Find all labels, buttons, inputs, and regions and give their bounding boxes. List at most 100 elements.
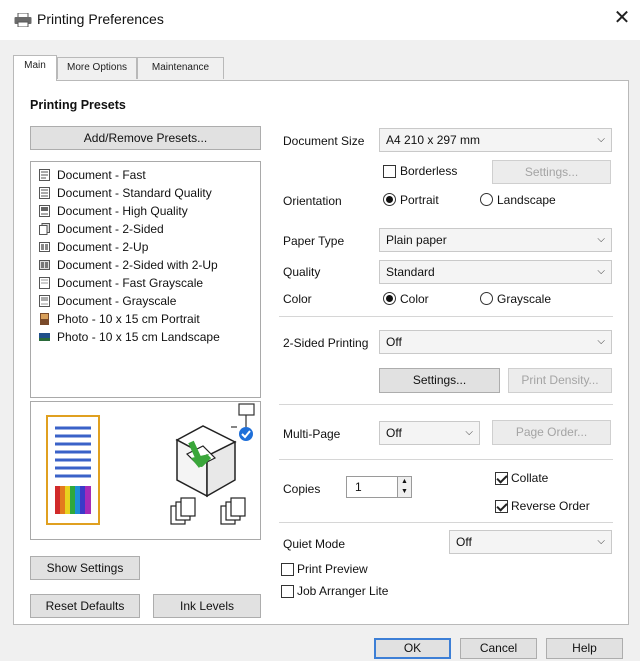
portrait-label: Portrait — [400, 193, 439, 207]
preset-label: Document - Grayscale — [57, 294, 177, 308]
list-item[interactable]: Photo - 10 x 15 cm Portrait — [39, 310, 200, 328]
tab-maintenance[interactable]: Maintenance — [137, 57, 224, 79]
copies-stepper[interactable]: 1 ▲ ▼ — [346, 476, 412, 498]
preset-label: Photo - 10 x 15 cm Portrait — [57, 312, 200, 326]
document-high-quality-icon — [39, 205, 50, 217]
chevron-down-icon: ⌵ — [597, 134, 605, 145]
list-item[interactable]: Document - Fast Grayscale — [39, 274, 203, 292]
reset-defaults-button[interactable]: Reset Defaults — [30, 594, 140, 618]
list-item[interactable]: Document - 2-Up — [39, 238, 148, 256]
presets-list: Document - Fast Document - Standard Qual… — [30, 161, 261, 398]
ink-levels-button[interactable]: Ink Levels — [153, 594, 261, 618]
page-order-button[interactable]: Page Order... — [492, 420, 611, 445]
divider — [279, 404, 613, 405]
color-label: Color — [283, 292, 312, 306]
connection-check-icon — [231, 403, 255, 441]
preset-label: Document - 2-Sided — [57, 222, 164, 236]
multi-page-value: Off — [386, 426, 402, 440]
chevron-down-icon: ⌵ — [597, 266, 605, 277]
document-size-value: A4 210 x 297 mm — [386, 133, 481, 147]
two-sided-printing-label: 2-Sided Printing — [283, 336, 369, 350]
divider — [279, 522, 613, 523]
print-preview-pane — [30, 401, 261, 540]
paper-type-dropdown[interactable]: Plain paper ⌵ — [379, 228, 612, 252]
document-standard-icon — [39, 187, 50, 199]
printer-icon — [14, 13, 32, 27]
preview-illustration — [46, 403, 255, 525]
chevron-down-icon: ⌵ — [597, 234, 605, 245]
multi-page-label: Multi-Page — [283, 427, 341, 441]
printer-illustration-icon — [175, 425, 237, 498]
quality-dropdown[interactable]: Standard ⌵ — [379, 260, 612, 284]
page-preview-icon — [46, 415, 100, 525]
copies-label: Copies — [283, 482, 321, 496]
borderless-settings-button[interactable]: Settings... — [492, 160, 611, 184]
job-arranger-lite-checkbox[interactable] — [281, 585, 294, 598]
color-radio[interactable] — [383, 292, 396, 305]
add-remove-presets-button[interactable]: Add/Remove Presets... — [30, 126, 261, 150]
ok-button[interactable]: OK — [374, 638, 451, 659]
tab-more-options[interactable]: More Options — [57, 57, 137, 79]
two-sided-value: Off — [386, 335, 402, 349]
preset-label: Document - Standard Quality — [57, 186, 212, 200]
print-preview-label: Print Preview — [297, 562, 368, 576]
list-item[interactable]: Document - Standard Quality — [39, 184, 212, 202]
quiet-mode-label: Quiet Mode — [283, 537, 346, 551]
document-2-sided-icon — [39, 223, 50, 235]
list-item[interactable]: Document - Fast — [39, 166, 146, 184]
show-settings-button[interactable]: Show Settings — [30, 556, 140, 580]
preset-label: Document - Fast Grayscale — [57, 276, 204, 290]
tab-main[interactable]: Main — [13, 55, 57, 81]
reverse-order-label: Reverse Order — [511, 499, 590, 513]
two-sided-printing-dropdown[interactable]: Off ⌵ — [379, 330, 612, 354]
stepper-arrows-icon[interactable]: ▲ ▼ — [397, 477, 411, 497]
list-item[interactable]: Document - High Quality — [39, 202, 188, 220]
cancel-button[interactable]: Cancel — [460, 638, 537, 659]
print-density-button[interactable]: Print Density... — [508, 368, 612, 393]
document-2-sided-2-up-icon — [39, 260, 50, 270]
grayscale-radio[interactable] — [480, 292, 493, 305]
chevron-down-icon: ⌵ — [597, 336, 605, 347]
list-item[interactable]: Document - 2-Sided — [39, 220, 164, 238]
quality-label: Quality — [283, 265, 321, 279]
paper-type-label: Paper Type — [283, 234, 345, 248]
preset-label: Document - Fast — [57, 168, 146, 182]
divider — [279, 459, 613, 460]
window-title: Printing Preferences — [37, 11, 164, 27]
document-2-up-icon — [39, 242, 50, 252]
quiet-mode-dropdown[interactable]: Off ⌵ — [449, 530, 612, 554]
collate-checkbox[interactable] — [495, 472, 508, 485]
list-item[interactable]: Document - Grayscale — [39, 292, 176, 310]
preset-label: Document - High Quality — [57, 204, 188, 218]
document-grayscale-icon — [39, 295, 50, 307]
document-size-dropdown[interactable]: A4 210 x 297 mm ⌵ — [379, 128, 612, 152]
chevron-down-icon: ⌵ — [465, 427, 473, 438]
photo-landscape-icon — [39, 333, 50, 341]
printing-presets-title: Printing Presets — [30, 98, 126, 112]
orientation-label: Orientation — [283, 194, 342, 208]
preset-label: Document - 2-Up — [57, 240, 149, 254]
portrait-radio[interactable] — [383, 193, 396, 206]
list-item[interactable]: Document - 2-Sided with 2-Up — [39, 256, 218, 274]
borderless-checkbox[interactable] — [383, 165, 396, 178]
reverse-order-checkbox[interactable] — [495, 500, 508, 513]
two-sided-settings-button[interactable]: Settings... — [379, 368, 500, 393]
quiet-mode-value: Off — [456, 535, 472, 549]
list-item[interactable]: Photo - 10 x 15 cm Landscape — [39, 328, 220, 346]
landscape-radio[interactable] — [480, 193, 493, 206]
preset-label: Document - 2-Sided with 2-Up — [57, 258, 218, 272]
photo-portrait-icon — [40, 313, 49, 325]
landscape-label: Landscape — [497, 193, 556, 207]
document-fast-icon — [39, 169, 50, 181]
close-button[interactable]: ✕ — [612, 8, 632, 28]
multi-page-dropdown[interactable]: Off ⌵ — [379, 421, 480, 445]
quality-value: Standard — [386, 265, 435, 279]
document-fast-grayscale-icon — [39, 277, 50, 289]
help-button[interactable]: Help — [546, 638, 623, 659]
paper-type-value: Plain paper — [386, 233, 447, 247]
chevron-down-icon: ⌵ — [597, 536, 605, 547]
collate-label: Collate — [511, 471, 549, 485]
color-option-label: Color — [400, 292, 429, 306]
collate-pages-icon — [170, 497, 246, 525]
print-preview-checkbox[interactable] — [281, 563, 294, 576]
